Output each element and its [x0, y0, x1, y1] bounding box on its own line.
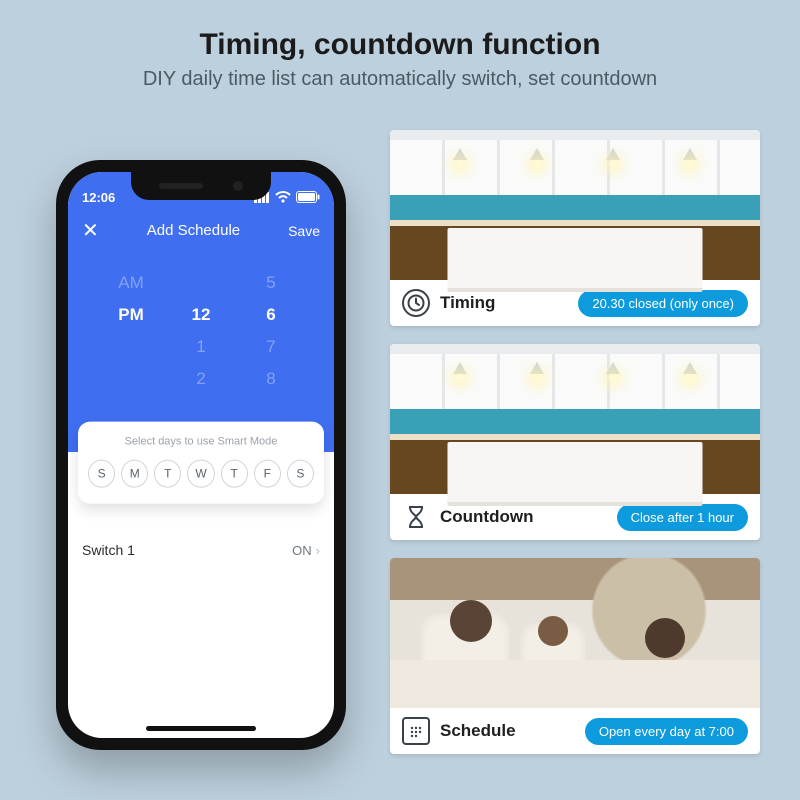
picker-selected: 12 [192, 305, 211, 325]
home-indicator [146, 726, 256, 731]
day-toggle-tue[interactable]: T [154, 460, 181, 488]
day-toggle-thu[interactable]: T [221, 460, 248, 488]
wifi-icon [275, 191, 291, 203]
calendar-icon [402, 717, 430, 745]
page-subtitle: DIY daily time list can automatically sw… [0, 68, 800, 91]
picker-selected: 6 [266, 305, 275, 325]
feature-stack: Timing 20.30 closed (only once) Countdow… [390, 130, 760, 754]
feature-label: Schedule [440, 721, 516, 741]
phone-mockup: 12:06 ✕ Add Schedule Save [56, 160, 346, 750]
screen-title: Add Schedule [147, 222, 240, 239]
switch-state: ON [292, 543, 312, 558]
ampm-column[interactable]: AM PM [109, 273, 153, 389]
days-row: S M T W T F S [88, 460, 314, 488]
marketing-heading: Timing, countdown function DIY daily tim… [0, 0, 800, 91]
phone-screen: 12:06 ✕ Add Schedule Save [68, 172, 334, 738]
time-picker[interactable]: AM PM 12 1 2 5 6 7 8 [82, 273, 320, 389]
status-clock: 12:06 [82, 190, 115, 205]
picker-value: 8 [266, 369, 275, 389]
hourglass-icon [402, 503, 430, 531]
feature-pill: Open every day at 7:00 [585, 718, 748, 745]
feature-pill: Close after 1 hour [617, 504, 748, 531]
picker-selected: PM [118, 305, 144, 325]
days-card: Select days to use Smart Mode S M T W T … [78, 422, 324, 504]
clock-icon [402, 289, 430, 317]
day-toggle-fri[interactable]: F [254, 460, 281, 488]
feature-card-timing: Timing 20.30 closed (only once) [390, 130, 760, 326]
phone-notch [131, 172, 271, 200]
picker-value: 1 [196, 337, 205, 357]
feature-label: Timing [440, 293, 495, 313]
feature-image [390, 344, 760, 494]
app-nav-bar: ✕ Add Schedule Save [82, 218, 320, 243]
app-header-area: 12:06 ✕ Add Schedule Save [68, 172, 334, 452]
feature-image [390, 558, 760, 708]
feature-card-countdown: Countdown Close after 1 hour [390, 344, 760, 540]
picker-value: AM [118, 273, 144, 293]
day-toggle-sun[interactable]: S [88, 460, 115, 488]
minute-column[interactable]: 5 6 7 8 [249, 273, 293, 389]
feature-image [390, 130, 760, 280]
chevron-right-icon: › [316, 543, 320, 558]
feature-label: Countdown [440, 507, 533, 527]
save-button[interactable]: Save [288, 223, 320, 239]
close-button[interactable]: ✕ [82, 218, 99, 243]
day-toggle-sat[interactable]: S [287, 460, 314, 488]
page-title: Timing, countdown function [0, 28, 800, 62]
day-toggle-mon[interactable]: M [121, 460, 148, 488]
hour-column[interactable]: 12 1 2 [179, 273, 223, 389]
picker-value: 7 [266, 337, 275, 357]
battery-icon [296, 191, 320, 203]
feature-card-schedule: Schedule Open every day at 7:00 [390, 558, 760, 754]
switch-row[interactable]: Switch 1 ON › [82, 542, 320, 558]
picker-value: 5 [266, 273, 275, 293]
picker-value: 2 [196, 369, 205, 389]
switch-name: Switch 1 [82, 542, 135, 558]
day-toggle-wed[interactable]: W [187, 460, 214, 488]
days-hint: Select days to use Smart Mode [88, 436, 314, 448]
feature-pill: 20.30 closed (only once) [578, 290, 748, 317]
